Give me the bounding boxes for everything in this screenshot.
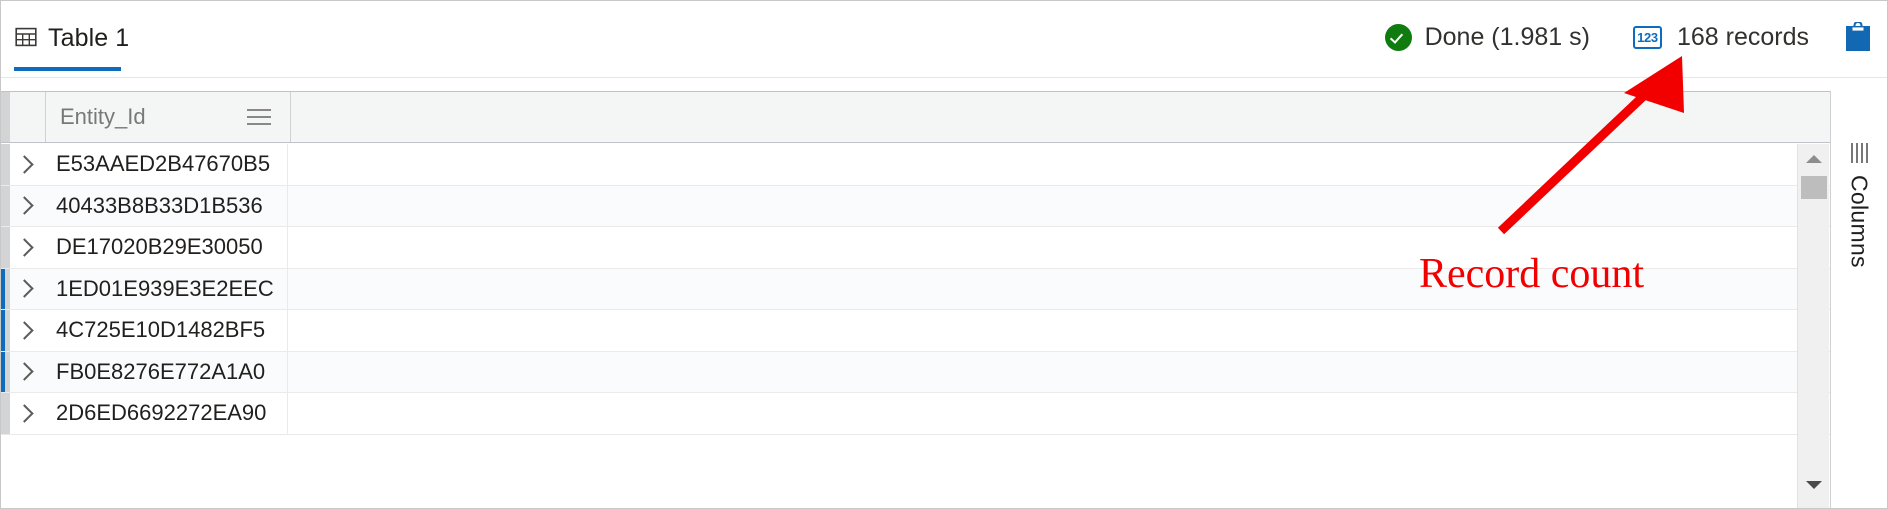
grid-header-gutter (1, 92, 10, 142)
cell-entity-id[interactable]: 1ED01E939E3E2EEC (42, 268, 288, 309)
cell-value: 40433B8B33D1B536 (56, 192, 263, 218)
row-selection-marker (1, 227, 5, 268)
chevron-right-icon[interactable] (10, 279, 42, 298)
top-bar: Table 1 Done (1.981 s) 123 168 records (1, 1, 1887, 78)
chevron-right-icon[interactable] (10, 155, 42, 174)
cell-entity-id[interactable]: 2D6ED6692272EA90 (42, 393, 288, 434)
chevron-right-icon[interactable] (10, 404, 42, 423)
row-selection-marker (1, 144, 5, 185)
status-done-label: Done (1.981 s) (1424, 23, 1590, 51)
cell-value: 4C725E10D1482BF5 (56, 317, 266, 343)
table-row[interactable]: FB0E8276E772A1A0 (1, 351, 1831, 393)
table-row[interactable]: DE17020B29E30050 (1, 227, 1831, 269)
vertical-scrollbar[interactable] (1797, 144, 1829, 508)
table-row[interactable]: 1ED01E939E3E2EEC (1, 268, 1831, 310)
table-row[interactable]: 2D6ED6692272EA90 (1, 393, 1831, 435)
chevron-right-icon[interactable] (10, 196, 42, 215)
tab-label: Table 1 (48, 24, 130, 52)
numeric-123-badge-icon: 123 (1632, 25, 1662, 49)
triangle-up-icon[interactable] (1798, 146, 1829, 172)
columns-panel-label: Columns (1846, 175, 1873, 268)
row-selection-marker (1, 186, 5, 227)
column-header-label: Entity_Id (60, 104, 146, 129)
table-row[interactable]: 40433B8B33D1B536 (1, 185, 1831, 227)
cell-value: FB0E8276E772A1A0 (56, 358, 266, 384)
status-done: Done (1.981 s) (1384, 23, 1590, 51)
scrollbar-thumb[interactable] (1801, 176, 1827, 199)
clipboard-icon[interactable] (1845, 20, 1871, 52)
numeric-123-badge-text: 123 (1637, 29, 1658, 45)
table-grid-icon (14, 25, 38, 49)
row-selection-marker (1, 310, 5, 351)
green-check-circle-icon (1384, 23, 1412, 51)
cell-value: E53AAED2B47670B5 (56, 151, 271, 177)
triangle-down-icon[interactable] (1798, 472, 1829, 498)
columns-bars-icon (1850, 143, 1868, 163)
row-selection-marker (1, 393, 5, 434)
table-row[interactable]: E53AAED2B47670B5 (1, 144, 1831, 186)
grid-header-row: Entity_Id (1, 91, 1831, 143)
status-record-count: 123 168 records (1632, 23, 1809, 51)
cell-entity-id[interactable]: FB0E8276E772A1A0 (42, 351, 288, 392)
grid-body: E53AAED2B47670B5 40433B8B33D1B536 DE1702… (1, 144, 1831, 508)
chevron-right-icon[interactable] (10, 238, 42, 257)
cell-entity-id[interactable]: 4C725E10D1482BF5 (42, 310, 288, 351)
power-query-results-pane: Table 1 Done (1.981 s) 123 168 records E… (0, 0, 1888, 509)
cell-value: 1ED01E939E3E2EEC (56, 275, 274, 301)
tab-active-underline (14, 67, 121, 71)
row-selection-marker (1, 351, 5, 392)
chevron-right-icon[interactable] (10, 362, 42, 381)
cell-entity-id[interactable]: 40433B8B33D1B536 (42, 185, 288, 226)
cell-entity-id[interactable]: E53AAED2B47670B5 (42, 144, 288, 185)
cell-entity-id[interactable]: DE17020B29E30050 (42, 227, 288, 268)
chevron-right-icon[interactable] (10, 321, 42, 340)
columns-panel[interactable]: Columns (1830, 91, 1887, 508)
row-selection-marker (1, 268, 5, 309)
cell-value: 2D6ED6692272EA90 (56, 400, 267, 426)
column-header-entity-id[interactable]: Entity_Id (45, 92, 291, 142)
cell-value: DE17020B29E30050 (56, 234, 263, 260)
record-count-label: 168 records (1676, 23, 1809, 51)
table-row[interactable]: 4C725E10D1482BF5 (1, 310, 1831, 352)
hamburger-menu-icon[interactable] (247, 109, 271, 125)
status-cluster: Done (1.981 s) 123 168 records (1384, 15, 1871, 59)
